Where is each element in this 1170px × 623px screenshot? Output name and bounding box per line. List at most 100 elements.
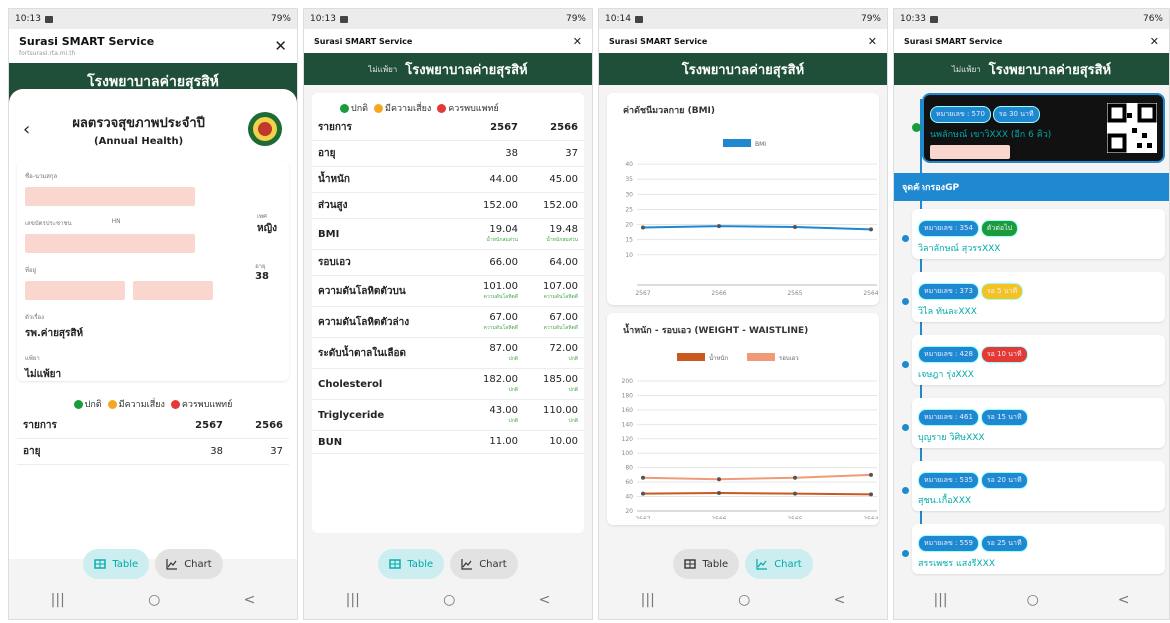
home-button[interactable]: ○	[1027, 592, 1039, 608]
cell-b-text: 152.00	[543, 199, 578, 211]
queue-name: สุชน.เกื้อXXX	[918, 496, 972, 506]
y-tick-label: 10	[625, 252, 633, 259]
close-icon[interactable]: ✕	[1150, 35, 1159, 48]
legend-doctor: ควรพบแพทย์	[448, 104, 499, 114]
y-tick-label: 140	[622, 421, 634, 428]
queue-item[interactable]: หมายเลข : 461 รอ 15 นาที บุญราย วิศิษXXX	[902, 398, 1165, 448]
screening-point-header: จุดคัดกรองGP	[894, 173, 1169, 201]
home-button[interactable]: ○	[738, 592, 750, 608]
status-battery: 76%	[1142, 14, 1163, 24]
gender-label: เพศ	[257, 213, 267, 220]
cell-a: 38	[169, 438, 229, 465]
close-icon[interactable]: ✕	[573, 35, 582, 48]
cell-sa-note: ปกติ	[508, 356, 518, 362]
y-tick-label: 20	[625, 222, 633, 229]
doctor-dot-icon	[437, 104, 447, 113]
gallery-icon	[634, 15, 643, 23]
cell-a-text: 67.00	[489, 312, 518, 323]
recent-apps-button[interactable]: |||	[346, 592, 360, 608]
data-point	[869, 492, 873, 497]
chart-button[interactable]: Chart	[450, 549, 518, 579]
cell-b-text: 10.00	[549, 436, 578, 447]
recent-apps-button[interactable]: |||	[51, 592, 65, 608]
cell-name: BMI	[312, 218, 464, 250]
close-icon[interactable]: ✕	[868, 35, 877, 48]
recent-apps-button[interactable]: |||	[933, 592, 947, 608]
data-point	[717, 490, 721, 495]
close-icon[interactable]: ✕	[274, 37, 287, 55]
back-link[interactable]: ไม่แพ้ยา	[952, 63, 981, 76]
y-tick-label: 35	[625, 176, 633, 183]
queue-name: เจษฎา รุ่งXXX	[918, 370, 974, 380]
cell-sb-note: ปกติ	[568, 356, 578, 362]
view-toggle: Table Chart	[9, 549, 297, 579]
home-button[interactable]: ○	[443, 592, 455, 608]
back-button[interactable]: <	[1118, 592, 1130, 608]
queue-item[interactable]: หมายเลข : 559 รอ 25 นาที สรรเพชร แสงรีXXX	[902, 524, 1165, 574]
queue-item[interactable]: หมายเลข : 428 รอ 10 นาที เจษฎา รุ่งXXX	[902, 335, 1165, 385]
gender-value: หญิง	[257, 223, 277, 234]
cell-name: Cholesterol	[312, 368, 464, 400]
current-queue-card[interactable]: หมายเลข : 570 รอ 30 นาที นพลักษณ์ เขาวิXX…	[912, 93, 1165, 163]
chart-button[interactable]: Chart	[155, 549, 223, 579]
gallery-icon	[44, 15, 53, 23]
cell-sa-note: ความดันโลหิตดี	[483, 325, 518, 331]
y-tick-label: 20	[625, 508, 633, 515]
legend-swatch	[677, 353, 705, 361]
col-item: รายการ	[312, 115, 464, 141]
status-bar: 10:13 79%	[9, 9, 297, 29]
table-row: อายุ 38 37	[17, 438, 289, 465]
age-value: 38	[255, 271, 269, 282]
back-button[interactable]: <	[244, 592, 256, 608]
bmi-chart-card: ค่าดัชนีมวลกาย (BMI) BMI 10 15 20 25 30 35 40 256…	[607, 93, 879, 305]
queue-item[interactable]: หมายเลข : 373 รอ 5 นาที วิไล ทันละXXX	[902, 272, 1165, 322]
gallery-icon	[339, 15, 348, 23]
queue-name: วิไล ทันละXXX	[918, 307, 977, 317]
queue-item[interactable]: หมายเลข : 535 รอ 20 นาที สุชน.เกื้อXXX	[902, 461, 1165, 511]
y-tick-label: 40	[625, 161, 633, 168]
cell-sb-note: ความดันโลหิตดี	[543, 325, 578, 331]
table-label: Table	[407, 558, 434, 570]
back-chevron-icon[interactable]: ‹	[23, 119, 30, 140]
hospital-name: โรงพยาบาลค่ายสุรสิห์	[681, 62, 805, 78]
qr-code-icon[interactable]	[1107, 103, 1157, 153]
cell-a-text: 182.00	[483, 374, 518, 385]
cell-a: 43.00 ปกติ	[464, 399, 524, 431]
android-nav-bar: ||| ○ <	[599, 581, 887, 619]
recent-apps-button[interactable]: |||	[641, 592, 655, 608]
x-tick-label: 2564	[863, 516, 878, 519]
data-point	[869, 227, 873, 232]
status-legend: ปกติ มีความเสี่ยง ควรพบแพทย์	[17, 397, 289, 411]
cell-sa-note: ปกติ	[508, 387, 518, 393]
back-link[interactable]: ไม่แพ้ยา	[368, 63, 397, 76]
hospital-name: โรงพยาบาลค่ายสุรสิห์	[405, 62, 528, 78]
chart-button[interactable]: Chart	[745, 549, 813, 579]
cell-a-text: 101.00	[483, 281, 518, 292]
cell-name-text: รอบเอว	[318, 257, 351, 268]
table-row: ความดันโลหิตตัวล่าง 67.00 ความดันโลหิตดี 67…	[312, 306, 584, 338]
hospital-name: โรงพยาบาลค่ายสุรสิห์	[87, 74, 219, 90]
queue-item[interactable]: หมายเลข : 354 ตัวต่อไป วิลาลักษณ์ สุวรรXXX	[902, 209, 1165, 259]
bmi-chart: ค่าดัชนีมวลกาย (BMI) BMI 10 15 20 25 30 35 40 256…	[623, 105, 879, 297]
table-button[interactable]: Table	[673, 549, 740, 579]
risk-dot-icon	[374, 104, 384, 113]
cell-b: 67.00 ความดันโลหิตดี	[524, 306, 584, 338]
phone-chart-view: 10:14 79% Surasi SMART Service ✕ โรงพยาบ…	[598, 8, 888, 620]
table-button[interactable]: Table	[83, 549, 150, 579]
back-button[interactable]: <	[539, 592, 551, 608]
cell-sb-note: ปกติ	[568, 387, 578, 393]
back-button[interactable]: <	[834, 592, 846, 608]
results-table: รายการ 2567 2566 อายุ 38 37 น้ำหนัก 44.00 45.00…	[312, 115, 584, 454]
x-tick-label: 2566	[711, 290, 726, 297]
col-2566: 2566	[229, 413, 289, 439]
home-button[interactable]: ○	[148, 592, 160, 608]
queue-wait: รอ 10 นาที	[980, 346, 1028, 363]
app-header: Surasi SMART Service ✕	[304, 29, 592, 53]
cell-sa-note: น้ำหนักสมส่วน	[486, 237, 518, 243]
data-point	[793, 475, 797, 480]
table-button[interactable]: Table	[378, 549, 445, 579]
view-toggle: Table Chart	[304, 549, 592, 579]
data-point	[793, 491, 797, 496]
chart-icon	[756, 559, 768, 570]
cell-a: 11.00	[464, 430, 524, 454]
